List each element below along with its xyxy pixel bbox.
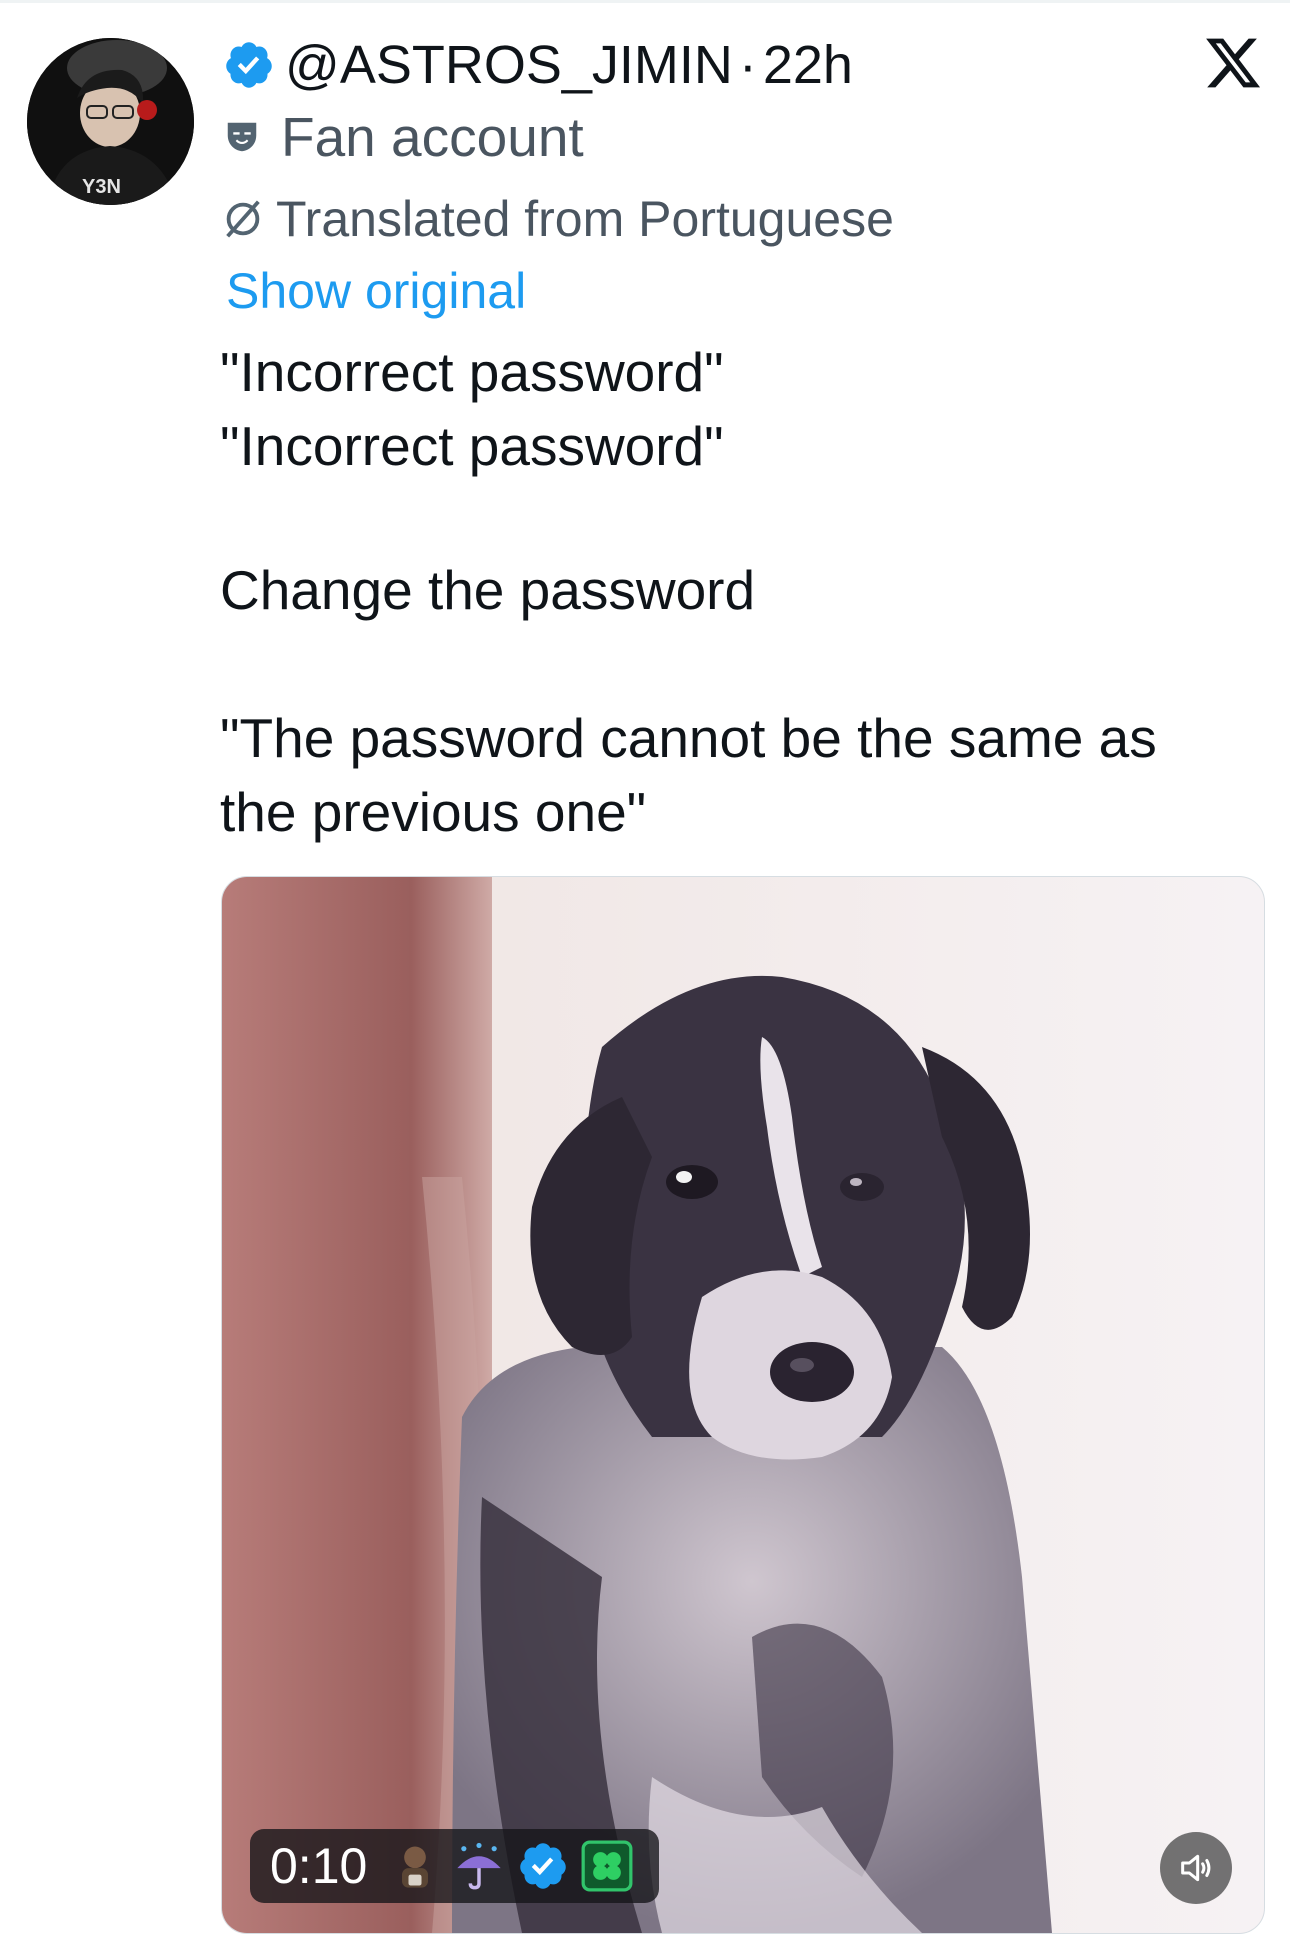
x-logo-icon[interactable] xyxy=(1203,33,1263,93)
tweet-line: Change the password xyxy=(220,559,756,621)
dot-separator: · xyxy=(738,35,757,95)
top-divider xyxy=(0,0,1290,3)
svg-text:Y3N: Y3N xyxy=(82,176,121,198)
verified-badge-icon xyxy=(226,42,272,88)
show-original-link[interactable]: Show original xyxy=(226,258,526,324)
account-label: Fan account xyxy=(223,104,584,170)
video-timestamp-pill: 0:10 xyxy=(250,1829,660,1903)
tweet-line: "The password cannot be the same as the … xyxy=(220,707,1157,843)
avatar[interactable]: Y3N xyxy=(27,38,194,205)
person-icon xyxy=(402,1846,429,1888)
clover-icon xyxy=(581,1840,633,1892)
video-duration: 0:10 xyxy=(270,1838,368,1894)
umbrella-rain-icon xyxy=(457,1842,501,1890)
speaker-icon xyxy=(1181,1854,1211,1882)
tweet-body: "Incorrect password" "Incorrect password… xyxy=(220,335,1220,849)
fan-account-text: Fan account xyxy=(281,106,584,168)
theater-mask-icon xyxy=(227,122,257,152)
translate-icon xyxy=(226,200,260,238)
translation-note: Translated from Portuguese xyxy=(220,186,894,252)
user-handle[interactable]: @ASTROS_JIMIN xyxy=(285,30,733,100)
volume-button[interactable] xyxy=(1160,1832,1232,1904)
tweet-header: @ASTROS_JIMIN · 22h xyxy=(223,30,853,100)
tweet-line: "Incorrect password" xyxy=(220,341,724,403)
verified-icon xyxy=(520,1843,567,1889)
tweet-line: "Incorrect password" xyxy=(220,415,724,477)
video-frame xyxy=(222,877,1264,1933)
translation-text: Translated from Portuguese xyxy=(276,191,894,247)
video-player[interactable]: 0:10 xyxy=(221,876,1265,1934)
timestamp[interactable]: 22h xyxy=(763,30,853,100)
